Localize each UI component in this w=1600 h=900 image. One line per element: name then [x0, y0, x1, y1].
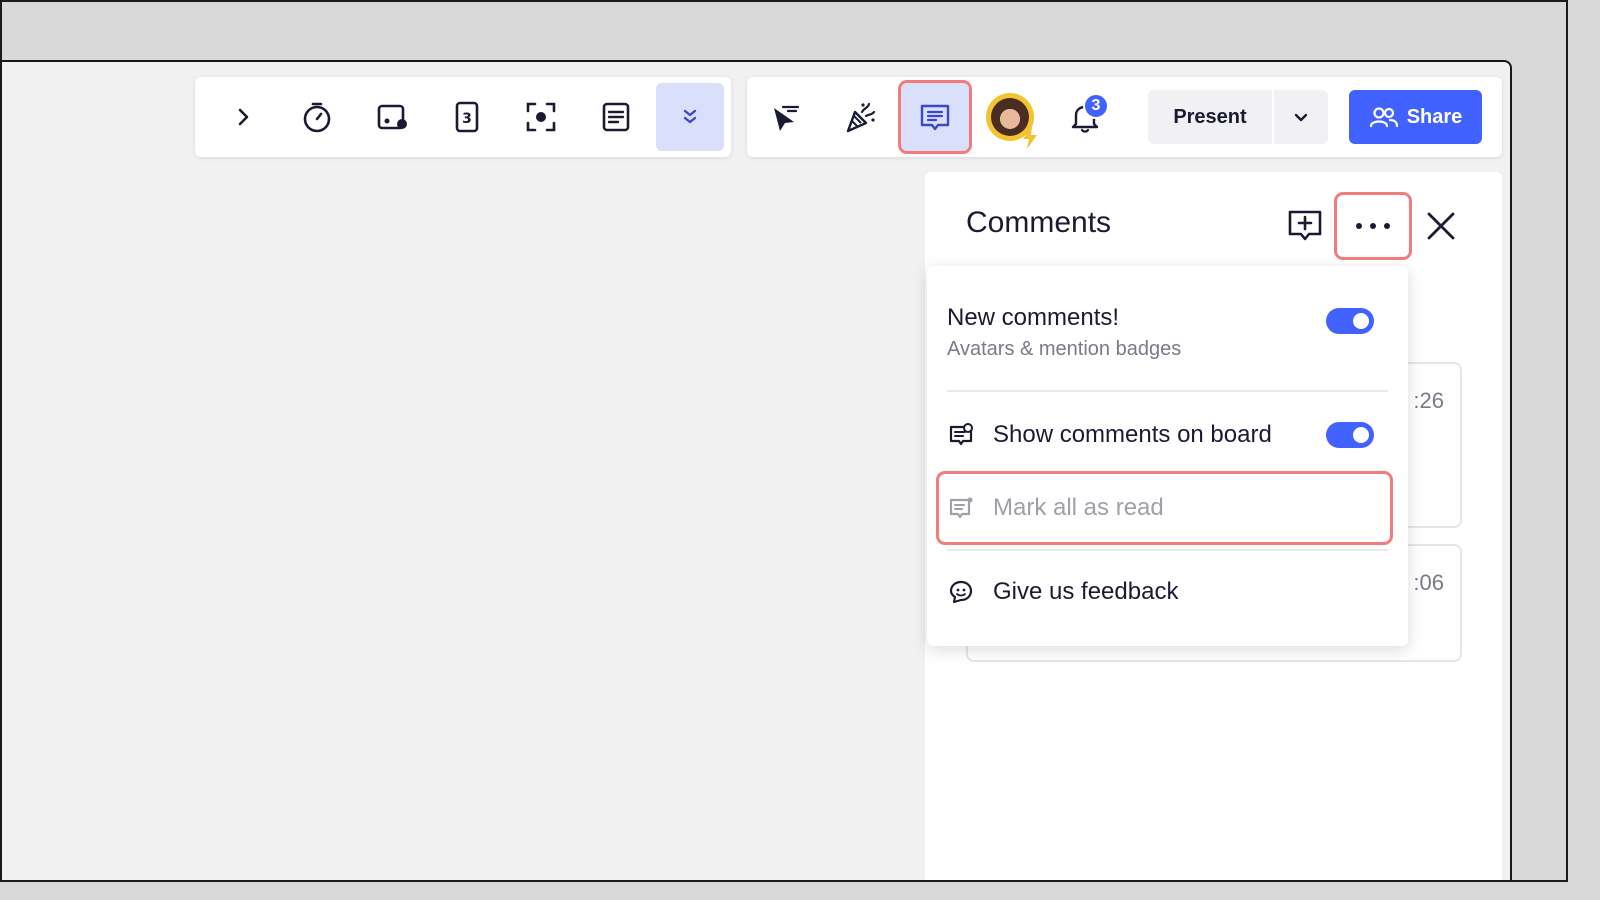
notes-button[interactable] — [582, 83, 650, 151]
reactions-button[interactable] — [826, 83, 894, 151]
mark-all-read-label: Mark all as read — [993, 494, 1164, 521]
new-comments-subtitle: Avatars & mention badges — [947, 338, 1182, 360]
panel-title: Comments — [966, 206, 1112, 239]
new-comments-option[interactable]: New comments! Avatars & mention badges — [947, 304, 1388, 361]
feedback-smile-icon — [947, 578, 975, 606]
right-toolbar: 3 Present Share — [747, 77, 1502, 157]
countdown-card-icon: 3 — [455, 101, 478, 133]
notifications-button[interactable]: 3 — [1051, 83, 1119, 151]
user-avatar-button[interactable] — [976, 83, 1044, 151]
share-button[interactable]: Share — [1349, 90, 1482, 144]
party-popper-icon — [846, 102, 876, 133]
attention-button[interactable] — [751, 83, 819, 151]
comments-options-menu: New comments! Avatars & mention badges S… — [927, 266, 1408, 646]
voting-icon — [377, 104, 407, 130]
more-horizontal-icon — [1356, 223, 1390, 229]
voting-button[interactable] — [358, 83, 426, 151]
menu-divider — [947, 549, 1388, 551]
users-icon — [1369, 107, 1398, 128]
add-comment-icon — [1288, 210, 1322, 241]
show-comments-toggle[interactable] — [1326, 422, 1374, 448]
chevron-down-icon — [1294, 113, 1308, 122]
avatar — [986, 93, 1037, 149]
menu-divider — [947, 390, 1388, 392]
comment-time: :06 — [1413, 570, 1444, 595]
close-panel-button[interactable] — [1421, 206, 1461, 246]
notes-icon — [602, 102, 629, 132]
cursor-attention-icon — [774, 105, 800, 131]
notification-count-badge: 3 — [1083, 93, 1109, 119]
more-options-button[interactable] — [1334, 192, 1412, 260]
chevron-right-icon — [238, 108, 249, 126]
new-comment-button[interactable] — [1283, 206, 1327, 246]
mark-all-read-option[interactable]: Mark all as read — [936, 471, 1393, 545]
new-comments-title: New comments! — [947, 304, 1120, 331]
left-toolbar: 3 — [195, 77, 731, 157]
feedback-option[interactable]: Give us feedback — [947, 573, 1388, 611]
timer-icon — [304, 102, 331, 133]
expand-toolbar-button[interactable] — [209, 83, 277, 151]
chevron-double-down-icon — [684, 109, 697, 124]
timer-button[interactable] — [284, 83, 352, 151]
countdown-button[interactable]: 3 — [433, 83, 501, 151]
close-icon — [1427, 212, 1455, 240]
new-comments-toggle[interactable] — [1326, 308, 1374, 334]
present-options-button[interactable] — [1274, 90, 1328, 144]
focus-button[interactable] — [507, 83, 575, 151]
comments-icon — [920, 104, 950, 131]
comments-board-icon — [947, 421, 975, 449]
mark-read-icon — [947, 494, 975, 522]
show-comments-option[interactable]: Show comments on board — [947, 416, 1388, 454]
present-button[interactable]: Present — [1148, 90, 1274, 144]
comment-time: :26 — [1413, 388, 1444, 413]
app-frame: 3 3 Present Share Comments:26:06 New c… — [0, 0, 1568, 882]
lightning-bolt-icon — [1023, 127, 1037, 149]
present-split-button: Present — [1148, 90, 1328, 144]
comments-button[interactable] — [898, 80, 972, 154]
more-tools-button[interactable] — [656, 83, 725, 151]
feedback-label: Give us feedback — [993, 578, 1179, 605]
svg-text:3: 3 — [462, 111, 472, 127]
show-comments-label: Show comments on board — [993, 421, 1272, 448]
share-label: Share — [1406, 105, 1463, 128]
focus-icon — [526, 102, 556, 132]
